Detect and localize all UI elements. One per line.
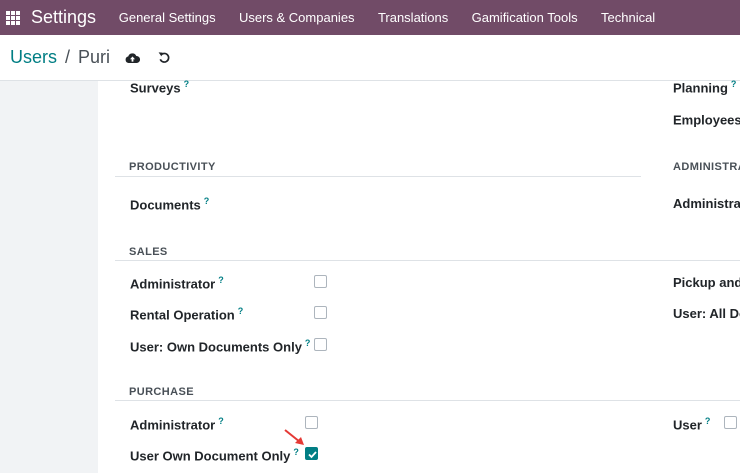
cloud-upload-icon[interactable] [122, 48, 142, 68]
top-navbar: Settings General Settings Users & Compan… [0, 0, 740, 35]
section-divider [115, 260, 740, 261]
help-icon: ? [304, 338, 311, 348]
label-sales-administrator: Administrator? [130, 275, 224, 292]
label-user-own-documents-only: User: Own Documents Only? [130, 338, 311, 355]
breadcrumb-users[interactable]: Users [10, 47, 57, 68]
help-icon: ? [704, 416, 711, 426]
checkbox-rental-operation[interactable] [314, 306, 327, 319]
help-icon: ? [203, 196, 210, 206]
section-productivity: PRODUCTIVITY [129, 161, 216, 173]
checkbox-sales-administrator[interactable] [314, 275, 327, 288]
undo-icon[interactable] [154, 48, 174, 68]
label-administration: Administrat [673, 196, 740, 211]
label-user-own-document-only: User Own Document Only? [130, 447, 299, 464]
label-rental-operation: Rental Operation? [130, 306, 244, 323]
help-icon: ? [218, 275, 224, 285]
section-purchase: PURCHASE [129, 386, 194, 398]
left-gutter [0, 81, 98, 473]
label-surveys: Surveys? [130, 79, 190, 96]
label-user-all-documents: User: All Do [673, 306, 740, 321]
menu-technical[interactable]: Technical [589, 10, 667, 25]
checkbox-user-own-document-only[interactable] [305, 447, 318, 460]
breadcrumb-current: Puri [78, 47, 111, 67]
app-brand[interactable]: Settings [31, 7, 96, 28]
label-pickup: Pickup and [673, 275, 740, 290]
label-documents: Documents? [130, 196, 210, 213]
help-icon: ? [293, 447, 299, 457]
menu-translations[interactable]: Translations [366, 10, 460, 25]
help-icon: ? [218, 416, 224, 426]
label-planning: Planning? [673, 79, 737, 96]
checkbox-purchase-user[interactable] [724, 416, 737, 429]
section-sales: SALES [129, 246, 168, 258]
menu-gamification-tools[interactable]: Gamification Tools [460, 10, 589, 25]
help-icon: ? [237, 306, 244, 316]
label-purchase-administrator: Administrator? [130, 416, 224, 433]
section-divider [115, 176, 641, 177]
help-icon: ? [183, 79, 190, 89]
section-administration: ADMINISTRA [673, 161, 740, 173]
breadcrumb-separator: / [65, 47, 71, 67]
control-panel: Users / Puri [0, 35, 740, 81]
checkbox-user-own-documents-only[interactable] [314, 338, 327, 351]
label-purchase-user: User? [673, 416, 711, 433]
menu-users-companies[interactable]: Users & Companies [227, 10, 366, 25]
apps-grid-icon[interactable] [6, 10, 20, 25]
annotation-arrow-icon [284, 429, 304, 445]
label-employees: Employees? [673, 112, 740, 128]
checkmark-icon [308, 451, 317, 459]
menu-general-settings[interactable]: General Settings [107, 10, 227, 25]
section-divider [115, 400, 740, 401]
help-icon: ? [730, 79, 737, 89]
